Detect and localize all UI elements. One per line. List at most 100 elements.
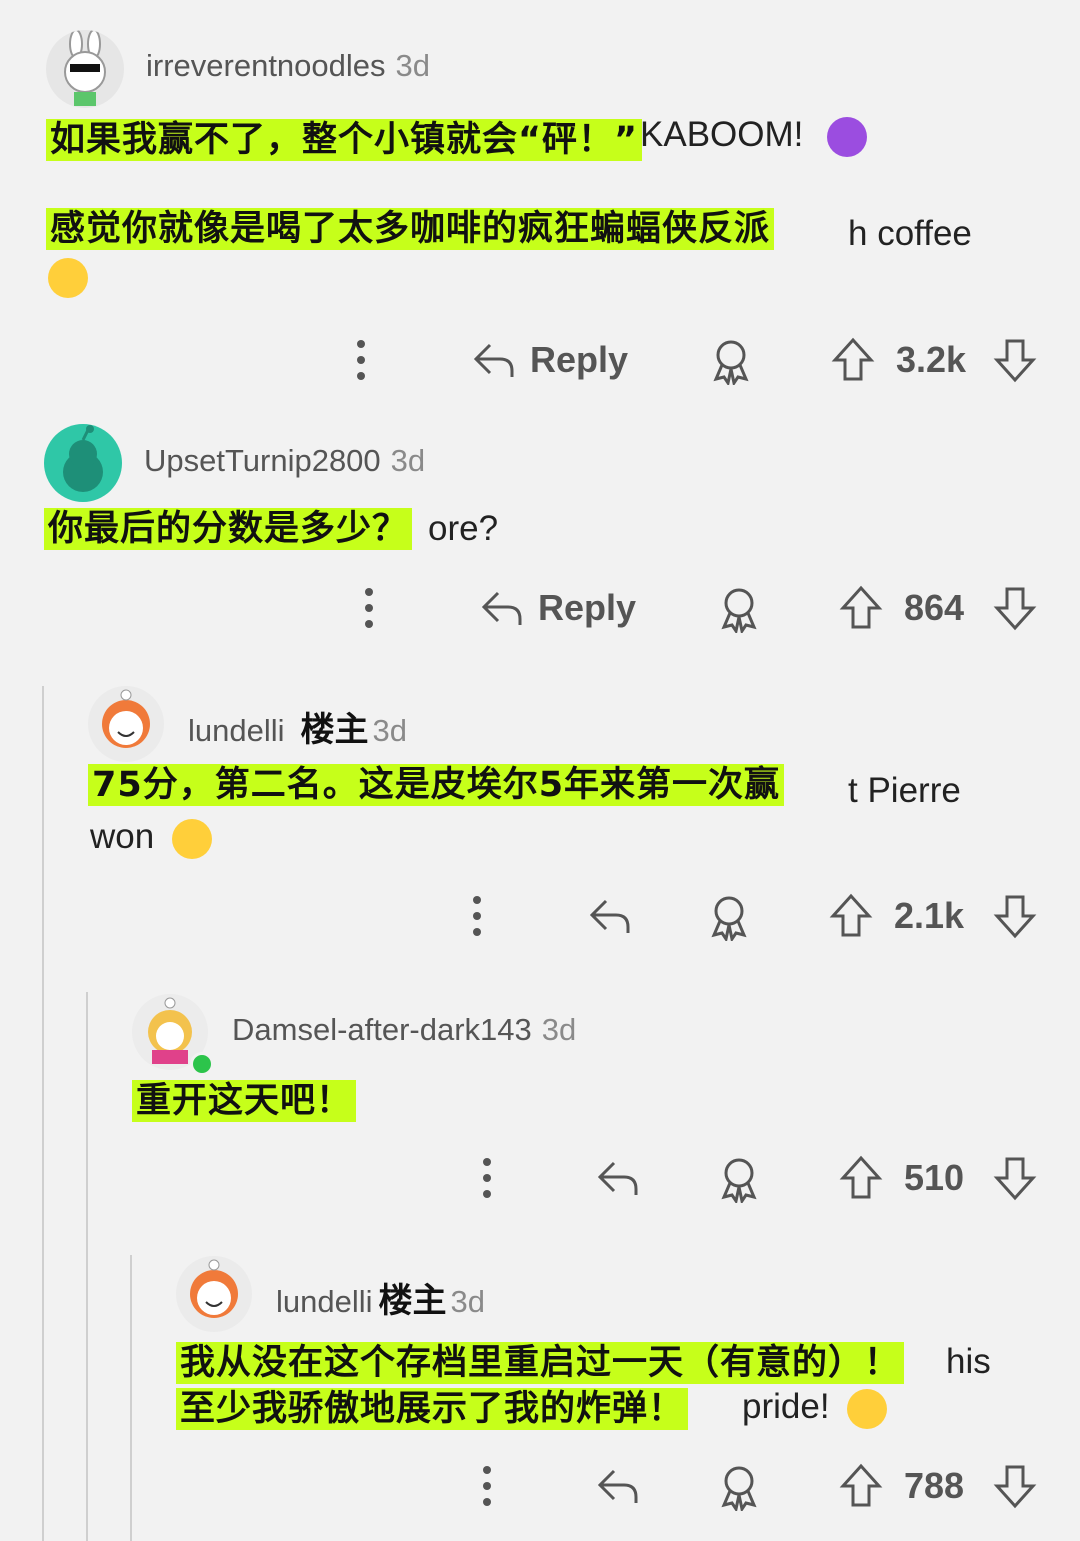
vote-count: 2.1k — [894, 886, 964, 946]
award-icon — [721, 588, 757, 633]
reply-arrow-icon — [473, 343, 514, 377]
op-badge: 楼主 — [298, 711, 371, 749]
more-options-button[interactable] — [472, 1456, 502, 1516]
reply-label: Reply — [530, 339, 629, 380]
upvote-button[interactable] — [838, 578, 884, 638]
reply-arrow-icon — [597, 1161, 638, 1195]
vote-count: 510 — [904, 1148, 964, 1208]
smiling-devil-emoji-icon — [827, 116, 868, 157]
vote-count-text: 864 — [904, 587, 965, 628]
avatar[interactable] — [44, 424, 122, 502]
username-text[interactable]: lundelli — [188, 713, 285, 748]
upvote-arrow-icon — [839, 1155, 883, 1199]
translation-overlay: 感觉你就像是喝了太多咖啡的疯狂蝙蝠侠反派 — [46, 208, 775, 250]
downvote-button[interactable] — [992, 886, 1038, 946]
award-button[interactable] — [706, 886, 752, 946]
reply-button[interactable]: Reply — [478, 578, 636, 638]
downvote-button[interactable] — [992, 330, 1038, 390]
avatar[interactable] — [176, 1256, 252, 1332]
comment-actions: Reply 864 — [0, 578, 1080, 638]
reply-button[interactable]: Reply — [470, 330, 628, 390]
translation-overlay: 至少我骄傲地展示了我的炸弹！ — [176, 1388, 689, 1430]
username[interactable]: irreverentnoodles 3d — [146, 48, 430, 84]
translation-overlay: 重开这天吧！ — [132, 1080, 357, 1122]
translation-overlay: 75分，第二名。这是皮埃尔5年来第一次赢 — [88, 764, 785, 806]
username[interactable]: UpsetTurnip2800 3d — [144, 443, 425, 479]
vote-count: 788 — [904, 1456, 964, 1516]
more-options-button[interactable] — [472, 1148, 502, 1208]
reply-button[interactable] — [594, 1456, 640, 1516]
timestamp: 3d — [372, 713, 407, 748]
award-button[interactable] — [716, 1148, 762, 1208]
username[interactable]: Damsel-after-dark143 3d — [232, 1012, 576, 1048]
award-button[interactable] — [708, 330, 754, 390]
upvote-arrow-icon — [839, 585, 883, 629]
downvote-arrow-icon — [993, 1157, 1037, 1201]
vote-count: 3.2k — [896, 330, 966, 390]
timestamp: 3d — [450, 1284, 485, 1319]
award-button[interactable] — [716, 578, 762, 638]
online-status-icon — [190, 1052, 214, 1076]
username[interactable]: lundelli 楼主 3d — [276, 1273, 485, 1322]
reply-button[interactable] — [594, 1148, 640, 1208]
downvote-arrow-icon — [993, 587, 1037, 631]
upvote-button[interactable] — [828, 886, 874, 946]
avatar[interactable] — [88, 686, 164, 762]
more-options-button[interactable] — [346, 330, 376, 390]
award-button[interactable] — [716, 1456, 762, 1516]
orange-hair-avatar-icon — [102, 689, 150, 748]
more-vertical-icon — [483, 1158, 491, 1198]
upvote-button[interactable] — [830, 330, 876, 390]
award-icon — [721, 1466, 757, 1511]
downvote-button[interactable] — [992, 578, 1038, 638]
downvote-button[interactable] — [992, 1456, 1038, 1516]
timestamp: 3d — [390, 443, 426, 478]
original-text-tail: KABOOM! — [640, 115, 804, 154]
original-text-line-2: pride! — [742, 1384, 888, 1430]
comment-actions: 2.1k — [0, 886, 1080, 946]
vote-count-text: 510 — [904, 1157, 965, 1198]
original-text: won — [90, 817, 155, 856]
reply-arrow-icon — [589, 899, 630, 933]
thread-line-1 — [42, 686, 44, 1541]
username-text[interactable]: lundelli — [276, 1284, 373, 1319]
upvote-arrow-icon — [839, 1463, 883, 1507]
vote-count-text: 3.2k — [896, 339, 967, 380]
original-text-line-1: KABOOM! — [640, 112, 868, 158]
comment-actions: 788 — [0, 1456, 1080, 1516]
downvote-arrow-icon — [993, 339, 1037, 383]
upvote-arrow-icon — [831, 337, 875, 381]
reply-arrow-icon — [597, 1469, 638, 1503]
reply-arrow-icon — [481, 591, 522, 625]
original-text-line-2: won — [90, 814, 212, 860]
username[interactable]: lundelli 楼主 3d — [188, 702, 407, 751]
avatar[interactable] — [46, 30, 124, 108]
more-options-button[interactable] — [354, 578, 384, 638]
comment-actions: Reply 3.2k — [0, 330, 1080, 390]
bunny-avatar-icon — [64, 30, 106, 106]
more-vertical-icon — [365, 588, 373, 628]
upvote-button[interactable] — [838, 1456, 884, 1516]
username-text[interactable]: irreverentnoodles — [146, 48, 386, 83]
translation-overlay: 你最后的分数是多少？ — [44, 508, 413, 550]
comment-actions: 510 — [0, 1148, 1080, 1208]
op-badge: 楼主 — [376, 1282, 449, 1320]
username-text[interactable]: Damsel-after-dark143 — [232, 1012, 532, 1047]
vote-count-text: 2.1k — [894, 895, 965, 936]
more-options-button[interactable] — [462, 886, 492, 946]
more-vertical-icon — [473, 896, 481, 936]
vote-count-text: 788 — [904, 1465, 965, 1506]
snoo-avatar-icon — [63, 425, 103, 492]
reply-label: Reply — [538, 587, 637, 628]
username-text[interactable]: UpsetTurnip2800 — [144, 443, 381, 478]
downvote-button[interactable] — [992, 1148, 1038, 1208]
reply-button[interactable] — [586, 886, 632, 946]
original-text-tail: pride! — [742, 1387, 830, 1426]
upvote-arrow-icon — [829, 893, 873, 937]
laughing-emoji-icon — [171, 818, 212, 859]
award-icon — [721, 1158, 757, 1203]
upvote-button[interactable] — [838, 1148, 884, 1208]
laughing-emoji-icon — [847, 1388, 888, 1429]
award-icon — [713, 340, 749, 385]
translation-overlay: 如果我赢不了，整个小镇就会“砰！” — [46, 119, 643, 161]
